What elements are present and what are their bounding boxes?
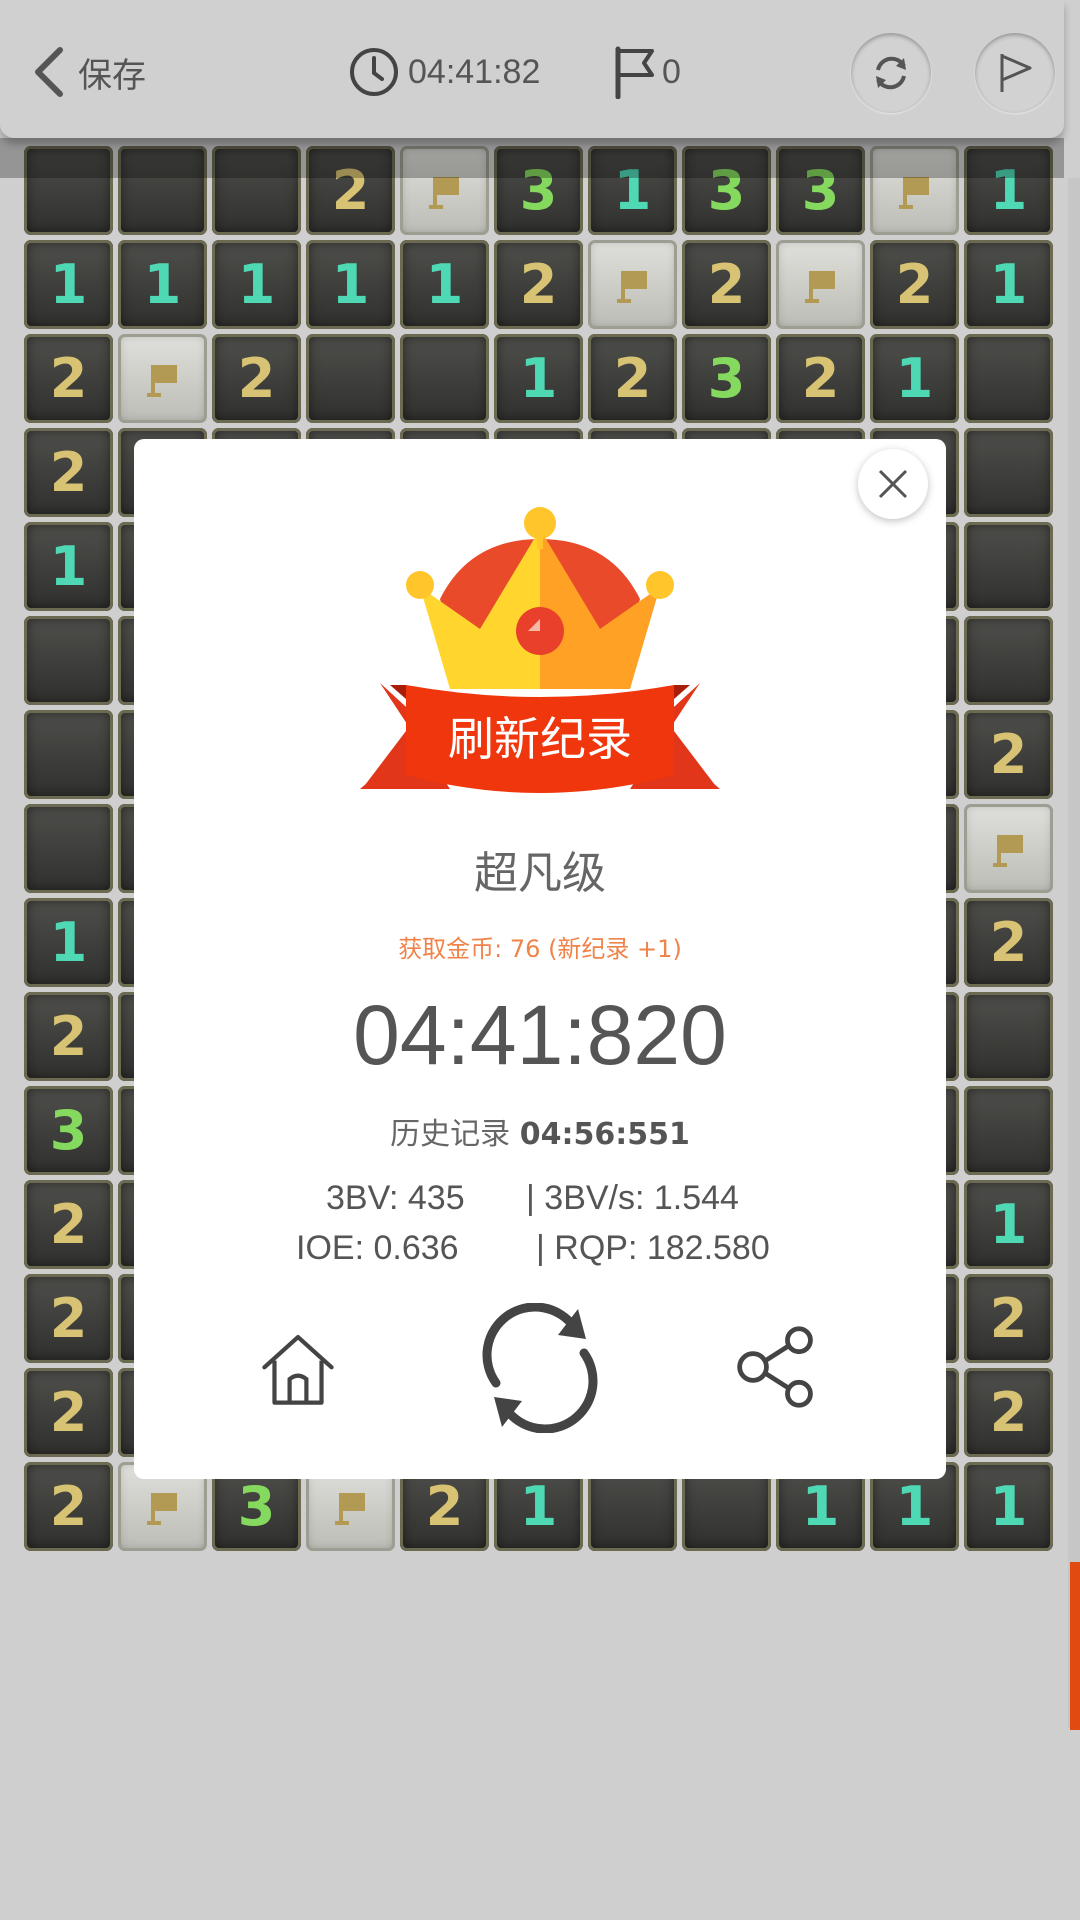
board-cell-flagged[interactable]	[588, 240, 677, 329]
flag-icon	[146, 1492, 177, 1525]
close-button[interactable]	[858, 449, 928, 519]
board-cell[interactable]	[964, 992, 1053, 1081]
board-cell-number[interactable]: 2	[964, 898, 1053, 987]
board-cell-number[interactable]: 2	[24, 992, 113, 1081]
refresh-icon	[876, 56, 906, 90]
flag-count: 0	[662, 52, 681, 91]
board-cell-number[interactable]: 2	[682, 240, 771, 329]
board-cell-number[interactable]: 2	[964, 710, 1053, 799]
board-cell-number[interactable]: 2	[24, 1368, 113, 1457]
board-cell-number[interactable]: 1	[494, 334, 583, 423]
finish-button[interactable]	[975, 33, 1055, 113]
board-cell[interactable]	[964, 334, 1053, 423]
board-cell[interactable]	[24, 710, 113, 799]
board-cell-flagged[interactable]	[776, 240, 865, 329]
board-cell-number[interactable]: 2	[964, 1274, 1053, 1363]
share-button[interactable]	[730, 1321, 822, 1413]
board-cell-number[interactable]: 2	[24, 1274, 113, 1363]
flag-icon	[804, 270, 835, 303]
finish-time: 04:41:820	[353, 988, 727, 1082]
board-cell-number[interactable]: 2	[870, 240, 959, 329]
clock-icon	[350, 48, 398, 96]
board-cell-number[interactable]: 1	[306, 240, 395, 329]
board-cell-flagged[interactable]	[118, 334, 207, 423]
banner-title: 刷新纪录	[448, 712, 632, 766]
board-cell[interactable]	[400, 334, 489, 423]
history-record: 历史记录 04:56:551	[134, 1109, 946, 1153]
board-cell-number[interactable]: 1	[212, 240, 301, 329]
board-cell[interactable]	[964, 616, 1053, 705]
game-timer: 04:41:82	[348, 44, 540, 100]
back-save-label: 保存	[78, 55, 146, 96]
top-bar: 保存 04:41:82 0	[0, 0, 1064, 138]
board-cell-number[interactable]: 2	[24, 334, 113, 423]
level-name: 超凡级	[474, 848, 606, 899]
board-cell[interactable]	[964, 428, 1053, 517]
replay-button[interactable]	[474, 1303, 606, 1433]
stat-rqp: | RQP: 182.580	[536, 1229, 770, 1267]
flag-icon	[146, 364, 177, 397]
home-icon	[262, 1334, 334, 1405]
scrollbar-track[interactable]	[1068, 178, 1080, 1728]
share-icon	[737, 1326, 813, 1408]
board-cell-number[interactable]: 1	[118, 240, 207, 329]
board-cell-number[interactable]: 2	[212, 334, 301, 423]
board-cell-number[interactable]: 2	[494, 240, 583, 329]
board-cell-number[interactable]: 1	[964, 1462, 1053, 1551]
home-button[interactable]	[248, 1319, 348, 1419]
flag-icon	[615, 46, 654, 99]
coins-earned: 获取金币: 76 (新纪录 +1)	[398, 935, 682, 963]
replay-icon	[482, 1303, 598, 1433]
board-cell-number[interactable]: 1	[870, 334, 959, 423]
board-cell-number[interactable]: 3	[24, 1086, 113, 1175]
board-cell-number[interactable]: 2	[588, 334, 677, 423]
board-cell-number[interactable]: 1	[964, 1180, 1053, 1269]
record-dialog: 刷新纪录 超凡级 获取金币: 76 (新纪录 +1) 04:41:820 历史记…	[134, 439, 946, 1479]
top-dim-overlay	[0, 138, 1064, 178]
board-cell[interactable]	[964, 522, 1053, 611]
scrollbar-thumb[interactable]	[1070, 1562, 1080, 1730]
back-save-button[interactable]: 保存	[30, 44, 160, 100]
board-cell-number[interactable]: 2	[24, 1462, 113, 1551]
board-cell-number[interactable]: 1	[24, 240, 113, 329]
board-cell-number[interactable]: 3	[682, 334, 771, 423]
flag-icon	[992, 834, 1023, 867]
board-cell[interactable]	[964, 1086, 1053, 1175]
board-cell-number[interactable]: 1	[400, 240, 489, 329]
stat-3bv: 3BV: 435	[326, 1179, 465, 1217]
stat-3bv-per-second: | 3BV/s: 1.544	[526, 1179, 739, 1217]
board-cell-flagged[interactable]	[964, 804, 1053, 893]
flag-outline-icon	[1000, 54, 1032, 92]
board-cell-number[interactable]: 1	[964, 240, 1053, 329]
board-cell[interactable]	[24, 616, 113, 705]
flag-icon	[616, 270, 647, 303]
stat-ioe: IOE: 0.636	[296, 1229, 459, 1267]
restart-button[interactable]	[851, 33, 931, 113]
flag-counter: 0	[612, 44, 681, 100]
chevron-left-icon	[35, 47, 63, 97]
history-label: 历史记录	[390, 1117, 511, 1152]
board-cell-number[interactable]: 2	[24, 428, 113, 517]
board-cell-number[interactable]: 2	[964, 1368, 1053, 1457]
board-cell-number[interactable]: 2	[776, 334, 865, 423]
board-cell-number[interactable]: 1	[24, 522, 113, 611]
flag-icon	[334, 1492, 365, 1525]
board-cell-number[interactable]: 1	[24, 898, 113, 987]
board-cell-number[interactable]: 2	[24, 1180, 113, 1269]
timer-value: 04:41:82	[408, 52, 541, 91]
board-cell[interactable]	[306, 334, 395, 423]
close-icon	[878, 469, 908, 499]
board-cell[interactable]	[24, 804, 113, 893]
history-value: 04:56:551	[519, 1117, 690, 1152]
